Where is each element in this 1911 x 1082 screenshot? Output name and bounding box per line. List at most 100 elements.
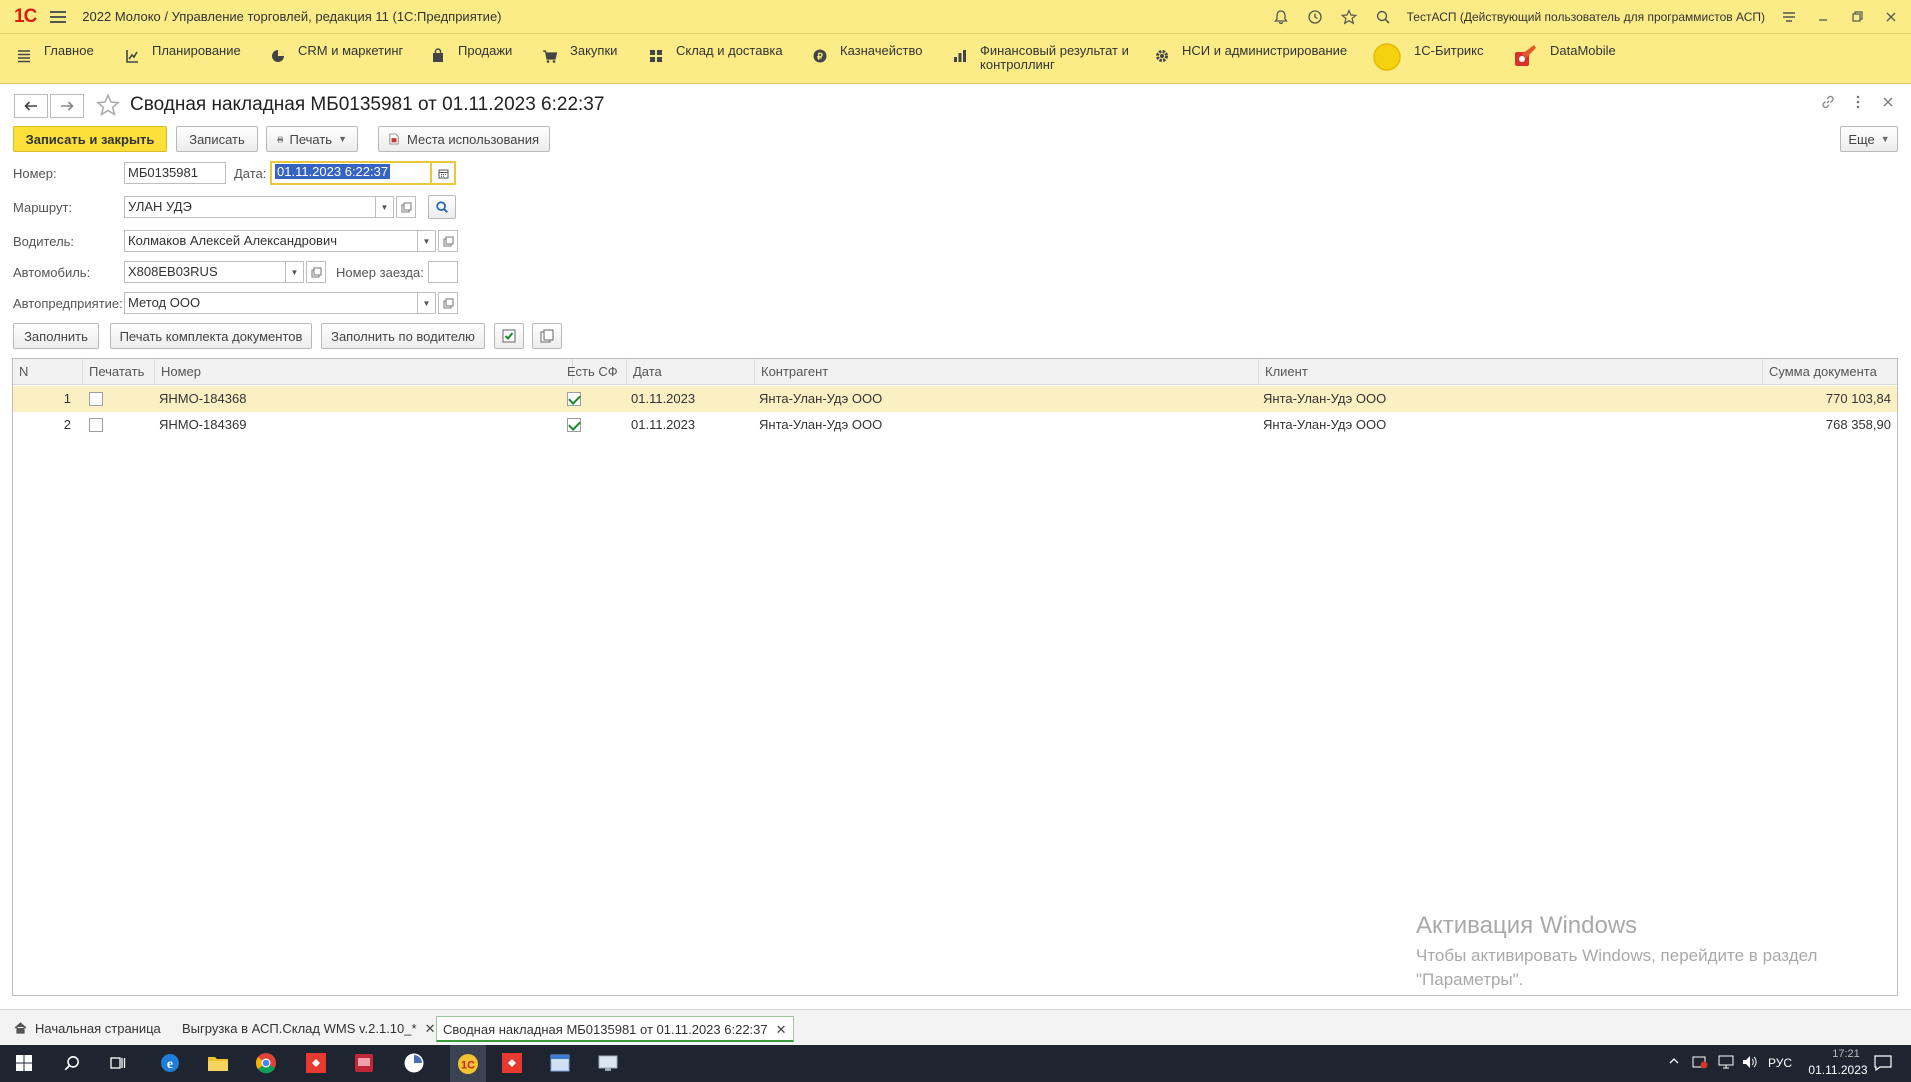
route-field[interactable]: УЛАН УДЭ	[124, 196, 376, 218]
column-number[interactable]: Номер	[155, 359, 573, 385]
print-checkbox[interactable]	[89, 392, 103, 406]
windows-start-icon[interactable]	[12, 1051, 36, 1075]
search-icon[interactable]	[1373, 7, 1393, 27]
remote-desktop-icon[interactable]	[596, 1051, 620, 1075]
close-tab-icon[interactable]: ✕	[776, 1022, 787, 1037]
column-counterparty[interactable]: Контрагент	[755, 359, 1259, 385]
restore-icon[interactable]	[1847, 7, 1867, 27]
tray-security-icon[interactable]	[1692, 1055, 1708, 1072]
column-document-sum[interactable]: Сумма документа	[1763, 359, 1897, 385]
column-print[interactable]: Печатать	[83, 359, 155, 385]
trip-number-field[interactable]	[428, 261, 458, 283]
section-finance[interactable]: Финансовый результат и контроллинг	[952, 44, 1132, 72]
link-icon[interactable]	[1820, 94, 1836, 114]
close-form-icon[interactable]	[1880, 94, 1896, 114]
print-document-set-button[interactable]: Печать комплекта документов	[110, 323, 312, 349]
history-icon[interactable]	[1305, 7, 1325, 27]
1c-logo[interactable]: 1С	[14, 6, 37, 28]
notifications-icon[interactable]	[1874, 1055, 1892, 1074]
car-field[interactable]: Х808ЕВ03RUS	[124, 261, 286, 283]
section-main[interactable]: Главное	[16, 44, 94, 64]
tray-date[interactable]: 01.11.2023	[1800, 1063, 1876, 1077]
more-button[interactable]: Еще ▼	[1840, 126, 1898, 152]
anydesk-icon[interactable]	[304, 1051, 328, 1075]
car-open-button[interactable]	[306, 261, 326, 283]
column-date[interactable]: Дата	[627, 359, 755, 385]
fill-by-driver-button[interactable]: Заполнить по водителю	[321, 323, 485, 349]
usage-places-button[interactable]: Места использования	[378, 126, 550, 152]
driver-dropdown-button[interactable]: ▼	[418, 230, 436, 252]
print-checkbox[interactable]	[89, 418, 103, 432]
tray-language[interactable]: РУС	[1768, 1056, 1792, 1070]
calendar-button[interactable]	[432, 161, 456, 185]
check-all-button[interactable]	[494, 323, 524, 349]
tray-chevron-up-icon[interactable]	[1668, 1055, 1680, 1070]
table-row[interactable]: 1 ЯНМО-184368 01.11.2023 Янта-Улан-Удэ О…	[13, 386, 1897, 412]
anydesk-icon-2[interactable]	[500, 1051, 524, 1075]
current-user[interactable]: ТестАСП (Действующий пользователь для пр…	[1407, 10, 1765, 24]
company-open-button[interactable]	[438, 292, 458, 314]
check-all-icon	[502, 329, 516, 343]
search-icon[interactable]	[60, 1051, 84, 1075]
edge-icon[interactable]: e	[158, 1051, 182, 1075]
section-planning[interactable]: Планирование	[124, 44, 241, 64]
1c-app-icon[interactable]: 1С	[450, 1045, 486, 1082]
has-invoice-checkbox[interactable]	[567, 418, 581, 432]
column-has-invoice[interactable]: Есть СФ	[561, 359, 627, 385]
column-client[interactable]: Клиент	[1259, 359, 1763, 385]
close-app-icon[interactable]	[1881, 7, 1901, 27]
section-bitrix[interactable]: 1С-Битрикс	[1372, 42, 1484, 72]
back-button[interactable]	[14, 94, 48, 118]
number-field[interactable]: МБ0135981	[124, 162, 226, 184]
driver-open-button[interactable]	[438, 230, 458, 252]
row-client: Янта-Улан-Удэ ООО	[1263, 417, 1387, 432]
uncheck-all-button[interactable]	[532, 323, 562, 349]
tab-export-wms[interactable]: Выгрузка в АСП.Склад WMS v.2.1.10_* ✕	[176, 1016, 441, 1042]
more-actions-icon[interactable]	[1850, 94, 1866, 114]
window-app-icon[interactable]	[548, 1051, 572, 1075]
has-invoice-checkbox[interactable]	[567, 392, 581, 406]
forward-button[interactable]	[50, 94, 84, 118]
company-dropdown-button[interactable]: ▼	[418, 292, 436, 314]
table-row[interactable]: 2 ЯНМО-184369 01.11.2023 Янта-Улан-Удэ О…	[13, 412, 1897, 438]
car-dropdown-button[interactable]: ▼	[286, 261, 304, 283]
column-n[interactable]: N	[13, 359, 83, 385]
favorite-star-icon[interactable]	[96, 93, 120, 117]
route-search-button[interactable]	[428, 195, 456, 219]
svg-text:e: e	[167, 1057, 173, 1072]
save-and-close-button[interactable]: Записать и закрыть	[13, 126, 167, 152]
close-tab-icon[interactable]: ✕	[425, 1021, 436, 1036]
clock-app-icon[interactable]	[402, 1051, 426, 1075]
section-admin[interactable]: НСИ и администрирование	[1154, 44, 1347, 64]
route-dropdown-button[interactable]: ▼	[376, 196, 394, 218]
app-icon-red[interactable]	[352, 1051, 376, 1075]
planning-icon	[126, 50, 138, 63]
tab-home[interactable]: Начальная страница	[8, 1016, 167, 1042]
section-datamobile[interactable]: DataMobile	[1512, 42, 1616, 68]
tab-summary-invoice[interactable]: Сводная накладная МБ0135981 от 01.11.202…	[436, 1016, 794, 1042]
driver-field[interactable]: Колмаков Алексей Александрович	[124, 230, 418, 252]
favorites-star-icon[interactable]	[1339, 7, 1359, 27]
section-crm[interactable]: CRM и маркетинг	[270, 44, 403, 64]
section-warehouse[interactable]: Склад и доставка	[648, 44, 783, 64]
bell-icon[interactable]	[1271, 7, 1291, 27]
section-purchases[interactable]: Закупки	[542, 44, 617, 64]
tray-volume-icon[interactable]	[1742, 1055, 1758, 1072]
print-button[interactable]: Печать ▼	[266, 126, 358, 152]
task-view-icon[interactable]	[106, 1051, 130, 1075]
settings-menu-icon[interactable]	[1779, 7, 1799, 27]
route-open-button[interactable]	[396, 196, 416, 218]
minimize-icon[interactable]	[1813, 7, 1833, 27]
section-sales[interactable]: Продажи	[430, 44, 512, 64]
tray-time[interactable]: 17:21	[1816, 1048, 1876, 1060]
company-field[interactable]: Метод ООО	[124, 292, 418, 314]
documents-table[interactable]: N Печатать Номер Есть СФ Дата Контрагент…	[12, 358, 1898, 996]
date-field[interactable]: 01.11.2023 6:22:37	[270, 161, 432, 185]
fill-button[interactable]: Заполнить	[13, 323, 99, 349]
section-treasury[interactable]: ₽ Казначейство	[812, 44, 922, 64]
main-menu-icon[interactable]	[50, 10, 67, 23]
file-explorer-icon[interactable]	[206, 1051, 230, 1075]
tray-network-icon[interactable]	[1718, 1055, 1734, 1072]
save-button[interactable]: Записать	[176, 126, 258, 152]
chrome-icon[interactable]	[254, 1051, 278, 1075]
